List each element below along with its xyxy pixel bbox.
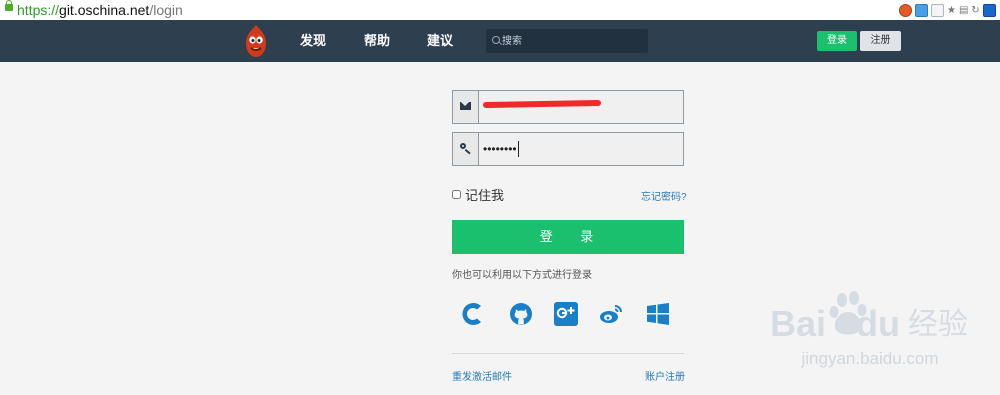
svg-text:du: du: [856, 303, 900, 344]
site-navbar: 发现 帮助 建议 登录 注册: [0, 20, 1000, 62]
remember-label: 记住我: [465, 187, 505, 203]
menu-icon[interactable]: ▤: [959, 5, 968, 15]
windows-icon[interactable]: [645, 301, 671, 327]
weibo-icon[interactable]: [598, 301, 624, 327]
browser-toolbar: ★ ▤ ↻: [899, 3, 996, 17]
google-plus-icon[interactable]: [553, 301, 579, 327]
lock-icon: [5, 0, 13, 11]
nav-suggest[interactable]: 建议: [427, 20, 453, 62]
csdn-icon[interactable]: [460, 301, 486, 327]
remember-me[interactable]: 记住我: [452, 186, 505, 203]
alt-login-text: 你也可以利用以下方式进行登录: [452, 270, 592, 281]
baidu-watermark-url: jingyan.baidu.com: [801, 349, 939, 368]
url-protocol: https://: [17, 2, 60, 18]
key-icon: [460, 143, 466, 149]
remember-checkbox[interactable]: [452, 189, 461, 199]
nav-help[interactable]: 帮助: [364, 20, 390, 62]
paw-icon[interactable]: [983, 3, 996, 17]
search-input[interactable]: [502, 29, 642, 53]
oschina-logo[interactable]: [242, 24, 270, 58]
resend-activation-link[interactable]: 重发激活邮件: [452, 368, 512, 383]
addon-icon[interactable]: [915, 3, 928, 17]
text-caret: [518, 141, 519, 157]
nav-discover[interactable]: 发现: [300, 20, 326, 62]
svg-text:经验: 经验: [908, 307, 968, 342]
star-icon[interactable]: ★: [947, 5, 956, 15]
password-field-icon-box: [453, 133, 479, 165]
search-box[interactable]: [486, 29, 648, 53]
password-field[interactable]: [452, 132, 684, 166]
forgot-password-link[interactable]: 忘记密码?: [641, 188, 687, 203]
url-host: git.oschina.net: [59, 2, 150, 18]
browser-address-bar[interactable]: https://git.oschina.net/login ★ ▤ ↻: [0, 0, 1000, 21]
addon-icon[interactable]: [899, 3, 912, 17]
submit-login-button[interactable]: 登 录: [452, 220, 684, 254]
svg-text:Bai: Bai: [770, 303, 826, 344]
divider: [452, 353, 684, 354]
password-input[interactable]: [483, 133, 678, 165]
search-icon: [492, 36, 500, 44]
email-field-icon-box: [453, 91, 479, 123]
account-register-link[interactable]: 账户注册: [645, 368, 685, 383]
register-button[interactable]: 注册: [860, 31, 901, 51]
addon-icon[interactable]: [931, 3, 944, 17]
github-icon[interactable]: [508, 301, 534, 327]
login-button[interactable]: 登录: [817, 31, 857, 51]
url-text[interactable]: https://git.oschina.net/login: [17, 1, 183, 19]
envelope-icon: [460, 102, 471, 110]
url-path: /login: [149, 2, 183, 18]
refresh-icon[interactable]: ↻: [971, 5, 980, 15]
